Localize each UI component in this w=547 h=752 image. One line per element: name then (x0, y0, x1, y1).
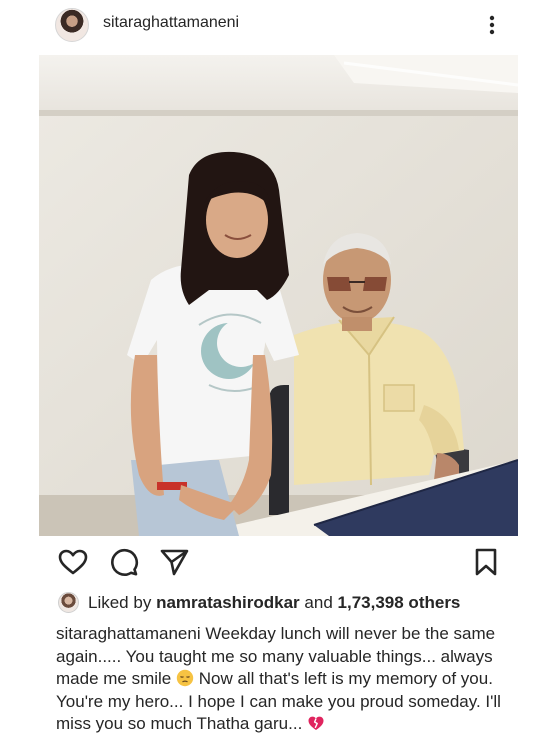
send-icon[interactable] (157, 545, 191, 579)
profile-avatar[interactable] (55, 8, 89, 42)
comment-icon[interactable] (107, 545, 141, 579)
liker-username[interactable]: namratashirodkar (156, 593, 300, 612)
likes-text: Liked by namratashirodkar and 1,73,398 o… (88, 593, 461, 612)
heart-icon[interactable] (56, 545, 90, 579)
bookmark-icon[interactable] (469, 545, 503, 579)
post-username[interactable]: sitaraghattamaneni (103, 14, 239, 32)
post-action-bar (0, 545, 547, 581)
post-photo[interactable] (39, 55, 518, 536)
liker-avatar[interactable] (58, 592, 79, 613)
pensive-face-emoji-icon (176, 669, 194, 687)
likes-count[interactable]: 1,73,398 others (338, 593, 461, 612)
more-vertical-icon[interactable] (483, 11, 501, 39)
caption-username[interactable]: sitaraghattamaneni (56, 624, 201, 643)
post-header: sitaraghattamaneni (0, 0, 547, 50)
broken-heart-emoji-icon (307, 714, 325, 732)
post-caption: sitaraghattamaneni Weekday lunch will ne… (56, 623, 516, 736)
